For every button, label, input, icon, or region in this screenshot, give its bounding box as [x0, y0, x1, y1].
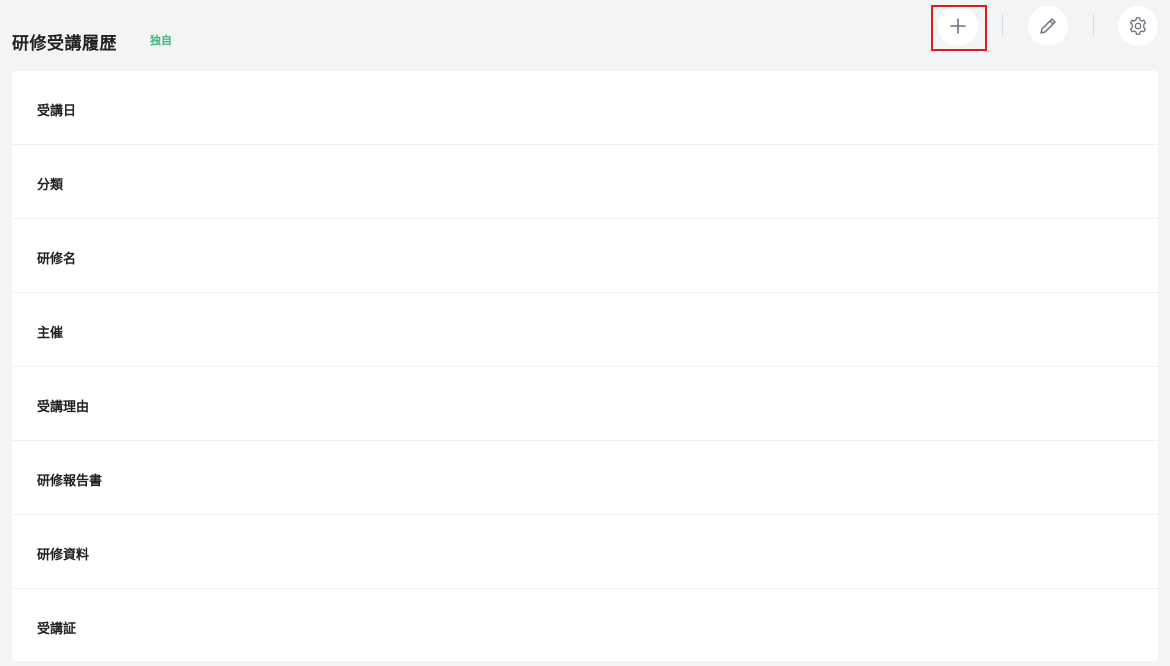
field-row-reason: 受講理由 — [12, 367, 1158, 441]
field-label: 研修資料 — [37, 548, 90, 563]
field-label: 研修報告書 — [37, 474, 103, 489]
section-header: 研修受講履歴 独自 — [0, 0, 1170, 70]
field-row-materials: 研修資料 — [12, 515, 1158, 589]
field-row-category: 分類 — [12, 145, 1158, 219]
settings-button[interactable] — [1118, 6, 1158, 46]
fields-card: 受講日 分類 研修名 主催 受講理由 研修報告書 研修資料 受講証 — [12, 71, 1158, 661]
field-row-organizer: 主催 — [12, 293, 1158, 367]
field-row-certificate: 受講証 — [12, 589, 1158, 663]
gear-icon — [1127, 15, 1149, 37]
pencil-icon — [1037, 15, 1059, 37]
field-label: 受講証 — [37, 622, 77, 637]
field-row-training-name: 研修名 — [12, 219, 1158, 293]
field-row-report: 研修報告書 — [12, 441, 1158, 515]
page-title: 研修受講履歴 — [12, 34, 117, 54]
add-button[interactable] — [938, 6, 978, 46]
field-label: 受講日 — [37, 104, 77, 119]
field-label: 受講理由 — [37, 400, 90, 415]
toolbar-divider — [1093, 14, 1094, 38]
field-label: 分類 — [37, 178, 64, 193]
field-label: 研修名 — [37, 252, 77, 267]
edit-button[interactable] — [1028, 6, 1068, 46]
toolbar-divider — [1002, 14, 1003, 38]
custom-badge: 独自 — [150, 34, 172, 47]
field-row-attendance-date: 受講日 — [12, 71, 1158, 145]
plus-icon — [948, 16, 968, 36]
field-label: 主催 — [37, 326, 64, 341]
